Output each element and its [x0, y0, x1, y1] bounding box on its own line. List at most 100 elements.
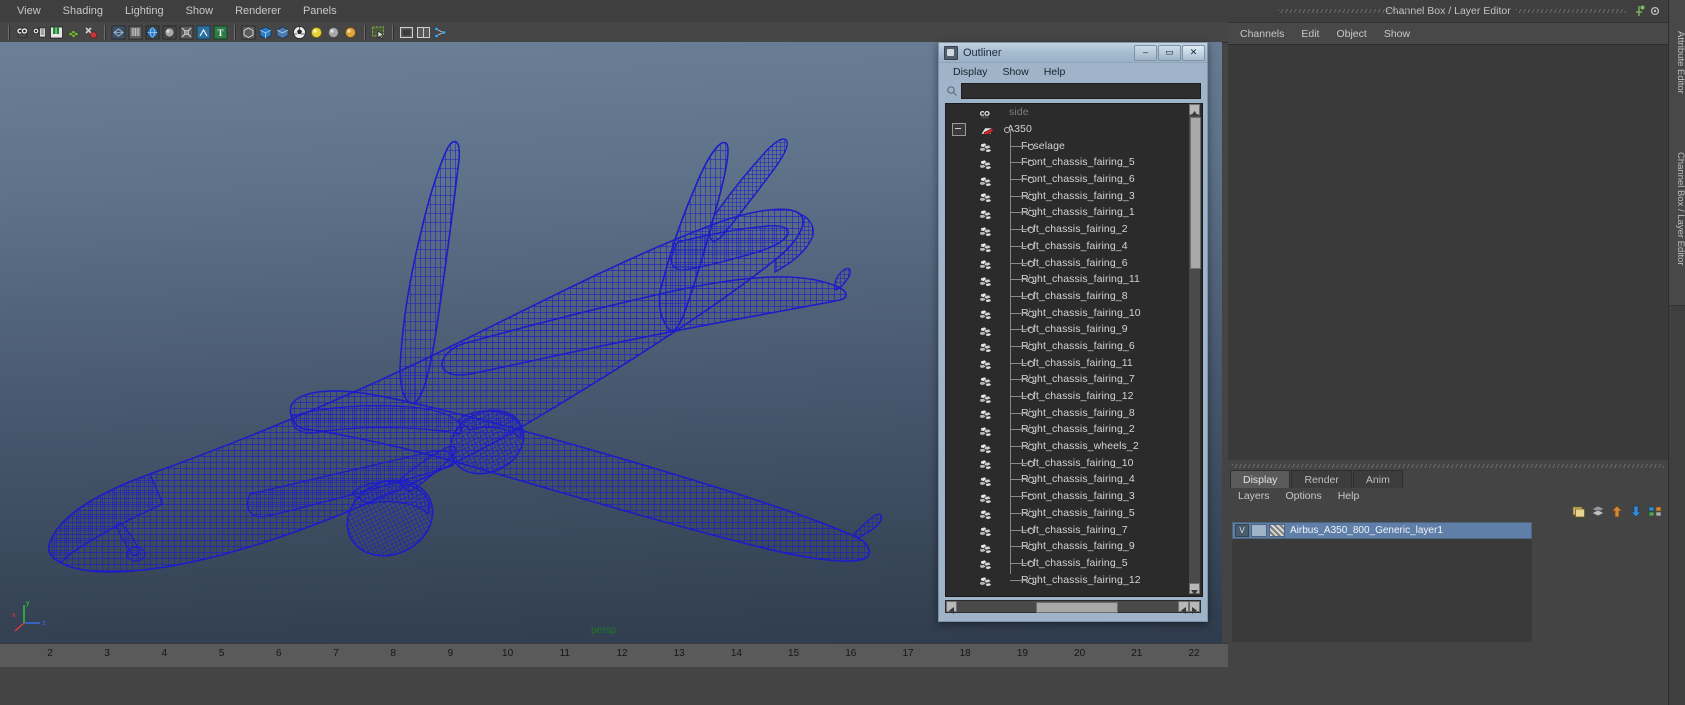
select-region-icon[interactable] [371, 25, 386, 40]
layer-list[interactable]: V Airbus_A350_800_Generic_layer1 [1232, 522, 1532, 642]
subdiv-display-icon[interactable] [292, 25, 307, 40]
layer-visibility-toggle[interactable]: V [1235, 524, 1249, 537]
horizontal-scroll-thumb[interactable] [1036, 602, 1118, 613]
layer-menu-help[interactable]: Help [1338, 490, 1360, 502]
outliner-item[interactable]: Right_chassis_fairing_12 [946, 571, 1186, 588]
menu-shading[interactable]: Shading [52, 3, 114, 19]
layer-menu-layers[interactable]: Layers [1238, 490, 1270, 502]
vtab-channel-box-layer-editor[interactable]: Channel Box / Layer Editor [1669, 113, 1685, 306]
outliner-menu-display[interactable]: Display [953, 66, 987, 78]
new-layer-icon[interactable] [1572, 505, 1586, 523]
xray-shading-icon[interactable] [179, 25, 194, 40]
outliner-item[interactable]: Right_chassis_fairing_2 [946, 421, 1186, 438]
light-yellow-icon[interactable] [309, 25, 324, 40]
layer-options-icon[interactable] [1648, 505, 1662, 523]
channelbox-menu-channels[interactable]: Channels [1240, 28, 1284, 40]
outliner-item[interactable]: Right_chassis_fairing_5 [946, 505, 1186, 522]
bookmark-icon[interactable] [49, 25, 64, 40]
camera-icon[interactable] [15, 25, 30, 40]
outliner-menu-help[interactable]: Help [1044, 66, 1066, 78]
layer-row[interactable]: V Airbus_A350_800_Generic_layer1 [1232, 522, 1532, 539]
channelbox-content-area[interactable] [1228, 44, 1668, 461]
texture-shading-icon[interactable] [145, 25, 160, 40]
outliner-item[interactable]: side [946, 104, 1186, 121]
camera-attributes-icon[interactable] [32, 25, 47, 40]
light-orange-icon[interactable] [343, 25, 358, 40]
light-shading-icon[interactable] [162, 25, 177, 40]
outliner-tree-area[interactable]: side A350 Fuselage Front_chassis_fairing… [945, 103, 1203, 597]
outliner-item[interactable]: Right_chassis_fairing_1 [946, 204, 1186, 221]
close-button[interactable]: ✕ [1182, 44, 1205, 61]
grid-icon[interactable] [66, 25, 81, 40]
menu-lighting[interactable]: Lighting [114, 3, 175, 19]
outliner-item[interactable]: Right_chassis_fairing_7 [946, 371, 1186, 388]
outliner-item[interactable]: Left_chassis_fairing_5 [946, 555, 1186, 572]
outliner-item[interactable]: Fuselage [946, 137, 1186, 154]
outliner-item[interactable]: Left_chassis_fairing_2 [946, 221, 1186, 238]
outliner-vertical-scrollbar[interactable] [1188, 103, 1201, 595]
outliner-item[interactable]: A350 [946, 121, 1186, 138]
outliner-item[interactable]: Right_chassis_fairing_8 [946, 404, 1186, 421]
outliner-item[interactable]: Right_chassis_fairing_6 [946, 338, 1186, 355]
move-layer-down-icon[interactable] [1629, 505, 1643, 523]
outliner-item[interactable]: Right_chassis_fairing_4 [946, 471, 1186, 488]
outliner-item[interactable]: Left_chassis_fairing_10 [946, 454, 1186, 471]
texture-toggle-icon[interactable]: T [213, 25, 228, 40]
time-slider[interactable]: 23456789101112131415161718192021222324 [0, 643, 1318, 668]
outliner-item[interactable]: Front_chassis_fairing_5 [946, 154, 1186, 171]
layer-menu-options[interactable]: Options [1286, 490, 1322, 502]
outliner-item[interactable]: Left_chassis_fairing_12 [946, 388, 1186, 405]
pin-icon[interactable] [1632, 4, 1646, 23]
tab-anim[interactable]: Anim [1352, 470, 1403, 488]
smooth-shade-icon[interactable] [128, 25, 143, 40]
expand-collapse-icon[interactable] [952, 122, 966, 136]
scroll-right-button[interactable] [1189, 601, 1200, 614]
nurbs-display-icon[interactable] [258, 25, 273, 40]
snap-icon[interactable] [83, 25, 98, 40]
outliner-window[interactable]: Outliner – ▭ ✕ Display Show Help side A3… [938, 42, 1208, 622]
outliner-item[interactable]: Right_chassis_wheels_2 [946, 438, 1186, 455]
menu-renderer[interactable]: Renderer [224, 3, 292, 19]
outliner-item[interactable]: Left_chassis_fairing_8 [946, 288, 1186, 305]
scroll-down-button[interactable] [1189, 583, 1200, 595]
polygon-display-icon[interactable] [275, 25, 290, 40]
menu-show[interactable]: Show [175, 3, 225, 19]
xray-joints-icon[interactable] [196, 25, 211, 40]
outliner-item[interactable]: Left_chassis_fairing_7 [946, 521, 1186, 538]
channelbox-menu-object[interactable]: Object [1336, 28, 1366, 40]
hypergraph-icon[interactable] [433, 25, 448, 40]
layer-display-type-toggle[interactable] [1269, 524, 1285, 537]
channelbox-menu-show[interactable]: Show [1384, 28, 1410, 40]
maximize-button[interactable]: ▭ [1158, 44, 1181, 61]
tab-render[interactable]: Render [1291, 470, 1352, 488]
light-grey-icon[interactable] [326, 25, 341, 40]
outliner-menu-show[interactable]: Show [1002, 66, 1028, 78]
outliner-item[interactable]: Left_chassis_fairing_4 [946, 238, 1186, 255]
outliner-item[interactable]: Right_chassis_fairing_3 [946, 187, 1186, 204]
scroll-right-button-2[interactable] [1178, 601, 1189, 614]
isolate-select-icon[interactable] [241, 25, 256, 40]
outliner-item[interactable]: Right_chassis_fairing_10 [946, 304, 1186, 321]
minimize-button[interactable]: – [1134, 44, 1157, 61]
two-pane-icon[interactable] [416, 25, 431, 40]
scroll-left-button[interactable] [946, 601, 957, 614]
wireframe-shading-icon[interactable] [111, 25, 126, 40]
outliner-item[interactable]: Right_chassis_fairing_11 [946, 271, 1186, 288]
outliner-item[interactable]: Front_chassis_fairing_6 [946, 171, 1186, 188]
outliner-item[interactable]: Left_chassis_fairing_11 [946, 354, 1186, 371]
channelbox-menu-edit[interactable]: Edit [1301, 28, 1319, 40]
outliner-item[interactable]: Left_chassis_fairing_9 [946, 321, 1186, 338]
tab-display[interactable]: Display [1230, 470, 1291, 488]
search-input[interactable] [961, 83, 1201, 99]
scroll-up-button[interactable] [1189, 104, 1200, 116]
outliner-horizontal-scrollbar[interactable] [945, 600, 1201, 614]
menu-panels[interactable]: Panels [292, 3, 348, 19]
menu-view[interactable]: View [6, 3, 52, 19]
layer-panel-drag-handle[interactable] [1232, 464, 1664, 468]
outliner-title-bar[interactable]: Outliner – ▭ ✕ [939, 43, 1207, 63]
layer-stack-icon[interactable] [1591, 505, 1605, 523]
outliner-item[interactable]: Front_chassis_fairing_3 [946, 488, 1186, 505]
vtab-attribute-editor[interactable]: Attribute Editor [1669, 0, 1685, 125]
layer-playback-toggle[interactable] [1251, 524, 1267, 537]
outliner-item[interactable]: Left_chassis_fairing_6 [946, 254, 1186, 271]
